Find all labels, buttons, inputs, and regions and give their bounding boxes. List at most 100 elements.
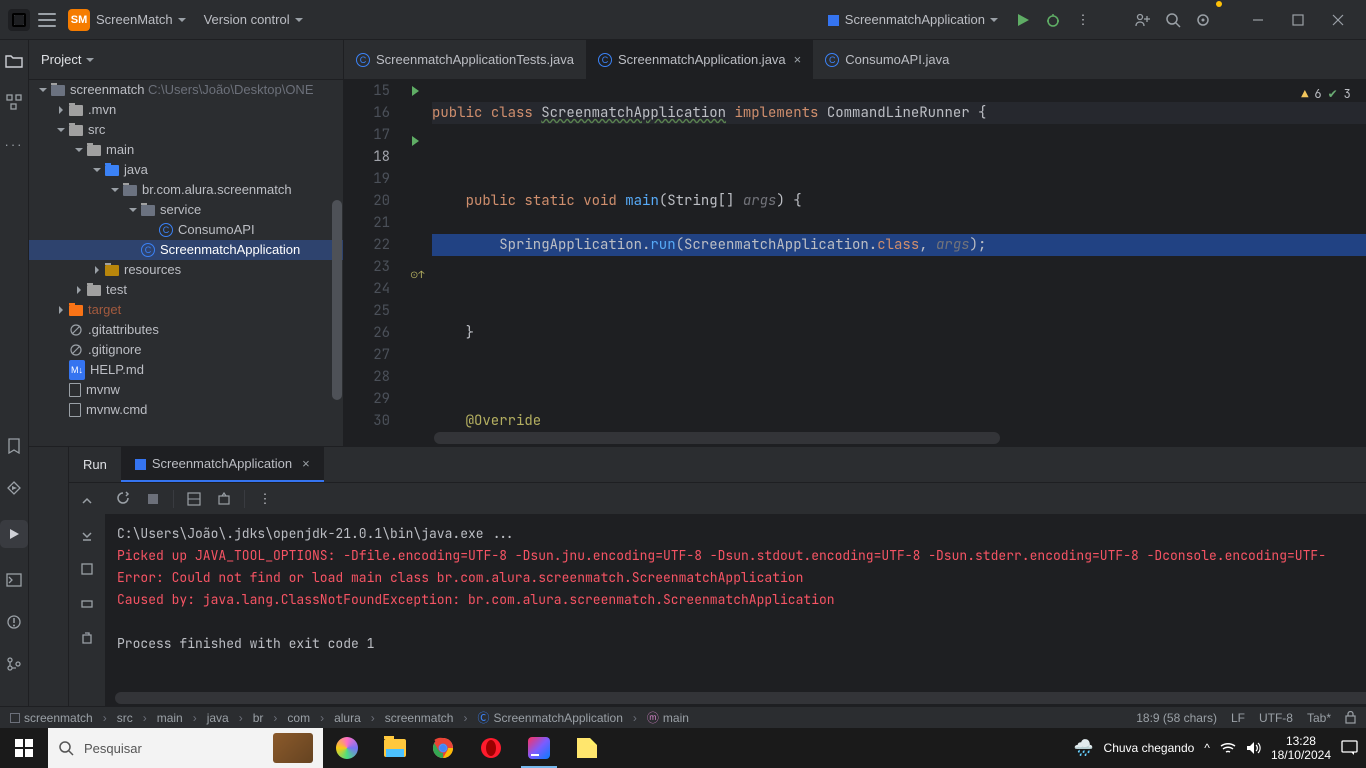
tree-item[interactable]: src	[29, 120, 343, 140]
run-button[interactable]	[1011, 8, 1035, 32]
vertical-dots-icon: ⋮	[1077, 12, 1090, 28]
services-tool-icon[interactable]	[4, 478, 24, 498]
more-tools-icon[interactable]: ···	[4, 134, 24, 154]
run-console[interactable]: C:\Users\João\.jdks\openjdk-21.0.1\bin\j…	[105, 515, 1366, 706]
minimize-button[interactable]	[1238, 0, 1278, 40]
editor-h-scrollbar[interactable]	[434, 432, 1366, 444]
tree-item[interactable]: .gitignore	[29, 340, 343, 360]
settings-button[interactable]	[1191, 8, 1215, 32]
explorer-taskbar-icon[interactable]	[371, 728, 419, 768]
taskbar-search[interactable]: Pesquisar	[48, 728, 323, 768]
run-more-button[interactable]: ⋮	[255, 489, 275, 509]
run-tab-active[interactable]: ScreenmatchApplication ×	[121, 447, 324, 482]
vcs-dropdown[interactable]: Version control	[204, 12, 303, 27]
file-encoding[interactable]: UTF-8	[1259, 711, 1293, 725]
notifications-taskbar-icon[interactable]	[1341, 740, 1358, 756]
run-config-selector[interactable]: ScreenmatchApplication	[828, 12, 998, 27]
tab-close-icon[interactable]: ×	[302, 456, 310, 471]
tree-item[interactable]: .gitattributes	[29, 320, 343, 340]
project-tree[interactable]: screenmatch C:\Users\João\Desktop\ONE .m…	[29, 80, 344, 446]
layout-button[interactable]	[184, 489, 204, 509]
tree-item-selected[interactable]: CScreenmatchApplication	[29, 240, 343, 260]
print-icon[interactable]	[77, 593, 97, 613]
stop-button[interactable]	[143, 489, 163, 509]
project-dropdown[interactable]: ScreenMatch	[96, 12, 186, 27]
tree-item[interactable]: main	[29, 140, 343, 160]
code-content[interactable]: public class ScreenmatchApplication impl…	[432, 80, 1366, 446]
tree-item[interactable]: target	[29, 300, 343, 320]
tree-item[interactable]: service	[29, 200, 343, 220]
tree-item[interactable]: br.com.alura.screenmatch	[29, 180, 343, 200]
tray-chevron-icon[interactable]: ^	[1204, 741, 1210, 755]
run-config-icon	[135, 459, 146, 470]
tree-item[interactable]: mvnw	[29, 380, 343, 400]
project-tool-icon[interactable]	[4, 50, 24, 70]
code-editor[interactable]: 151617 181920 212223 242526 27282930 ⊙↑	[344, 80, 1366, 446]
more-actions-button[interactable]: ⋮	[1071, 8, 1095, 32]
override-gutter-icon[interactable]: ⊙↑	[410, 268, 432, 290]
project-scrollbar[interactable]	[332, 200, 342, 400]
intellij-taskbar-icon[interactable]	[515, 728, 563, 768]
app-icon	[8, 9, 30, 31]
main-menu-icon[interactable]	[38, 13, 56, 27]
run-gutter-icon[interactable]	[412, 86, 419, 96]
weather-text[interactable]: Chuva chegando	[1104, 741, 1195, 755]
run-tool-icon[interactable]	[0, 520, 28, 548]
console-h-scrollbar[interactable]	[115, 692, 1366, 704]
debug-button[interactable]	[1041, 8, 1065, 32]
console-line-error: Picked up JAVA_TOOL_OPTIONS: -Dfile.enco…	[117, 545, 1366, 567]
readonly-lock-icon[interactable]	[1345, 711, 1356, 724]
rerun-button[interactable]	[113, 489, 133, 509]
opera-taskbar-icon[interactable]	[467, 728, 515, 768]
project-badge: SM	[68, 9, 90, 31]
git-tool-icon[interactable]	[4, 654, 24, 674]
console-line: Process finished with exit code 1	[117, 633, 1366, 655]
search-everywhere-button[interactable]	[1161, 8, 1185, 32]
export-button[interactable]	[214, 489, 234, 509]
tab-label: ScreenmatchApplication.java	[618, 52, 786, 67]
editor-tab-active[interactable]: CScreenmatchApplication.java×	[586, 40, 813, 79]
up-stack-icon[interactable]	[77, 491, 97, 511]
copilot-taskbar-icon[interactable]	[323, 728, 371, 768]
chrome-taskbar-icon[interactable]	[419, 728, 467, 768]
inspection-summary[interactable]: ▲6 ✔3	[1301, 86, 1351, 102]
weather-icon[interactable]: 🌧️	[1074, 738, 1094, 758]
cursor-position[interactable]: 18:9 (58 chars)	[1136, 711, 1217, 725]
line-separator[interactable]: LF	[1231, 711, 1245, 725]
tree-item[interactable]: M↓HELP.md	[29, 360, 343, 380]
editor-tabs: CScreenmatchApplicationTests.java CScree…	[344, 40, 1366, 80]
run-gutter-icon[interactable]	[412, 136, 419, 146]
wifi-icon[interactable]	[1220, 742, 1236, 754]
tree-root[interactable]: screenmatch C:\Users\João\Desktop\ONE	[29, 80, 343, 100]
volume-icon[interactable]	[1246, 741, 1261, 755]
tab-close-icon[interactable]: ×	[794, 52, 802, 67]
chevron-down-icon[interactable]	[86, 58, 94, 62]
bookmarks-tool-icon[interactable]	[4, 436, 24, 456]
chevron-down-icon	[990, 18, 998, 22]
structure-tool-icon[interactable]	[4, 92, 24, 112]
sticky-notes-taskbar-icon[interactable]	[563, 728, 611, 768]
editor-tab[interactable]: CScreenmatchApplicationTests.java	[344, 40, 586, 79]
tree-item[interactable]: resources	[29, 260, 343, 280]
tabs-more-button[interactable]: ⋮	[1354, 40, 1366, 79]
down-stack-icon[interactable]	[77, 525, 97, 545]
close-button[interactable]	[1318, 0, 1358, 40]
clear-icon[interactable]	[77, 627, 97, 647]
tree-item[interactable]: CConsumoAPI	[29, 220, 343, 240]
editor-tab[interactable]: CConsumoAPI.java	[813, 40, 961, 79]
tree-item[interactable]: test	[29, 280, 343, 300]
maximize-button[interactable]	[1278, 0, 1318, 40]
indent-status[interactable]: Tab*	[1307, 711, 1331, 725]
tree-item[interactable]: java	[29, 160, 343, 180]
vcs-label: Version control	[204, 12, 290, 27]
problems-tool-icon[interactable]	[4, 612, 24, 632]
run-console-toolbar	[69, 483, 105, 706]
soft-wrap-icon[interactable]	[77, 559, 97, 579]
taskbar-clock[interactable]: 13:28 18/10/2024	[1271, 734, 1331, 762]
terminal-tool-icon[interactable]	[4, 570, 24, 590]
start-button[interactable]	[0, 728, 48, 768]
tree-item[interactable]: .mvn	[29, 100, 343, 120]
tree-item[interactable]: mvnw.cmd	[29, 400, 343, 420]
breadcrumb[interactable]: screenmatch› src› main› java› br› com› a…	[10, 709, 689, 726]
code-with-me-button[interactable]	[1131, 8, 1155, 32]
